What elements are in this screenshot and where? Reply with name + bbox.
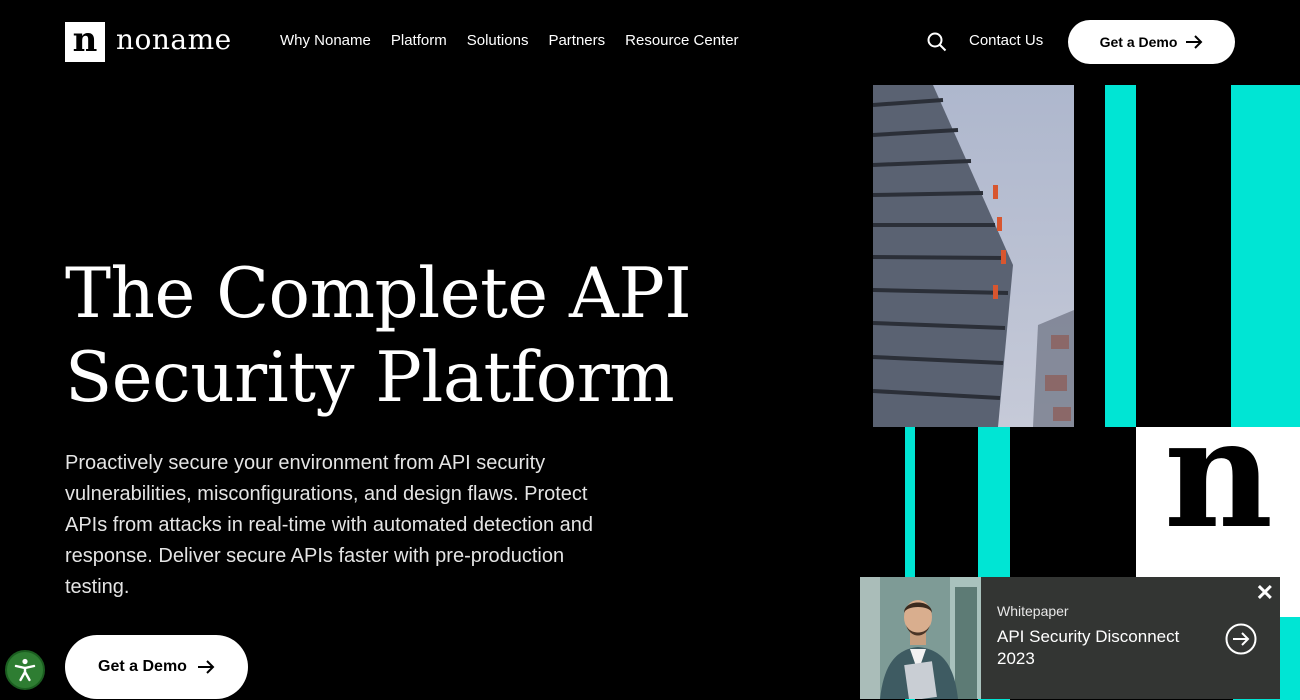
logo-mark: n bbox=[65, 22, 105, 62]
get-demo-button-hero[interactable]: Get a Demo bbox=[65, 635, 248, 699]
nav-item-partners[interactable]: Partners bbox=[548, 32, 605, 49]
promo-type: Whitepaper bbox=[997, 603, 1069, 619]
main-nav: Why Noname Platform Solutions Partners R… bbox=[280, 32, 739, 49]
nav-item-why-noname[interactable]: Why Noname bbox=[280, 32, 371, 49]
nav-item-solutions[interactable]: Solutions bbox=[467, 32, 529, 49]
nav-item-resource-center[interactable]: Resource Center bbox=[625, 32, 738, 49]
contact-us-link[interactable]: Contact Us bbox=[969, 32, 1043, 49]
hero-title-line2: Security Platform bbox=[65, 338, 675, 418]
arrow-circle-icon[interactable] bbox=[1225, 623, 1257, 655]
graphic-logo-letter: n bbox=[1164, 427, 1274, 562]
promo-image bbox=[860, 577, 981, 699]
close-icon[interactable]: ✕ bbox=[1256, 580, 1274, 606]
arrow-right-icon bbox=[1186, 35, 1203, 49]
accent-stripe bbox=[1105, 85, 1136, 427]
hero-title: The Complete API Security Platform bbox=[65, 252, 705, 420]
brand-logo[interactable]: n noname bbox=[65, 22, 232, 62]
accessibility-icon[interactable] bbox=[5, 650, 45, 690]
accent-stripe bbox=[1231, 85, 1300, 427]
nav-item-platform[interactable]: Platform bbox=[391, 32, 447, 49]
logo-text: noname bbox=[116, 23, 232, 56]
building-photo bbox=[873, 85, 1074, 427]
search-icon[interactable] bbox=[927, 32, 947, 52]
hero-title-line1: The Complete API bbox=[65, 254, 692, 334]
get-demo-label: Get a Demo bbox=[98, 658, 187, 675]
promo-body: Whitepaper API Security Disconnect 2023 … bbox=[981, 577, 1280, 699]
arrow-right-icon bbox=[197, 660, 215, 674]
get-demo-label: Get a Demo bbox=[1099, 34, 1178, 50]
hero-description: Proactively secure your environment from… bbox=[65, 452, 594, 598]
promo-title[interactable]: API Security Disconnect 2023 bbox=[997, 626, 1187, 670]
get-demo-button-header[interactable]: Get a Demo bbox=[1068, 20, 1235, 64]
promo-card[interactable]: Whitepaper API Security Disconnect 2023 … bbox=[860, 577, 1280, 699]
